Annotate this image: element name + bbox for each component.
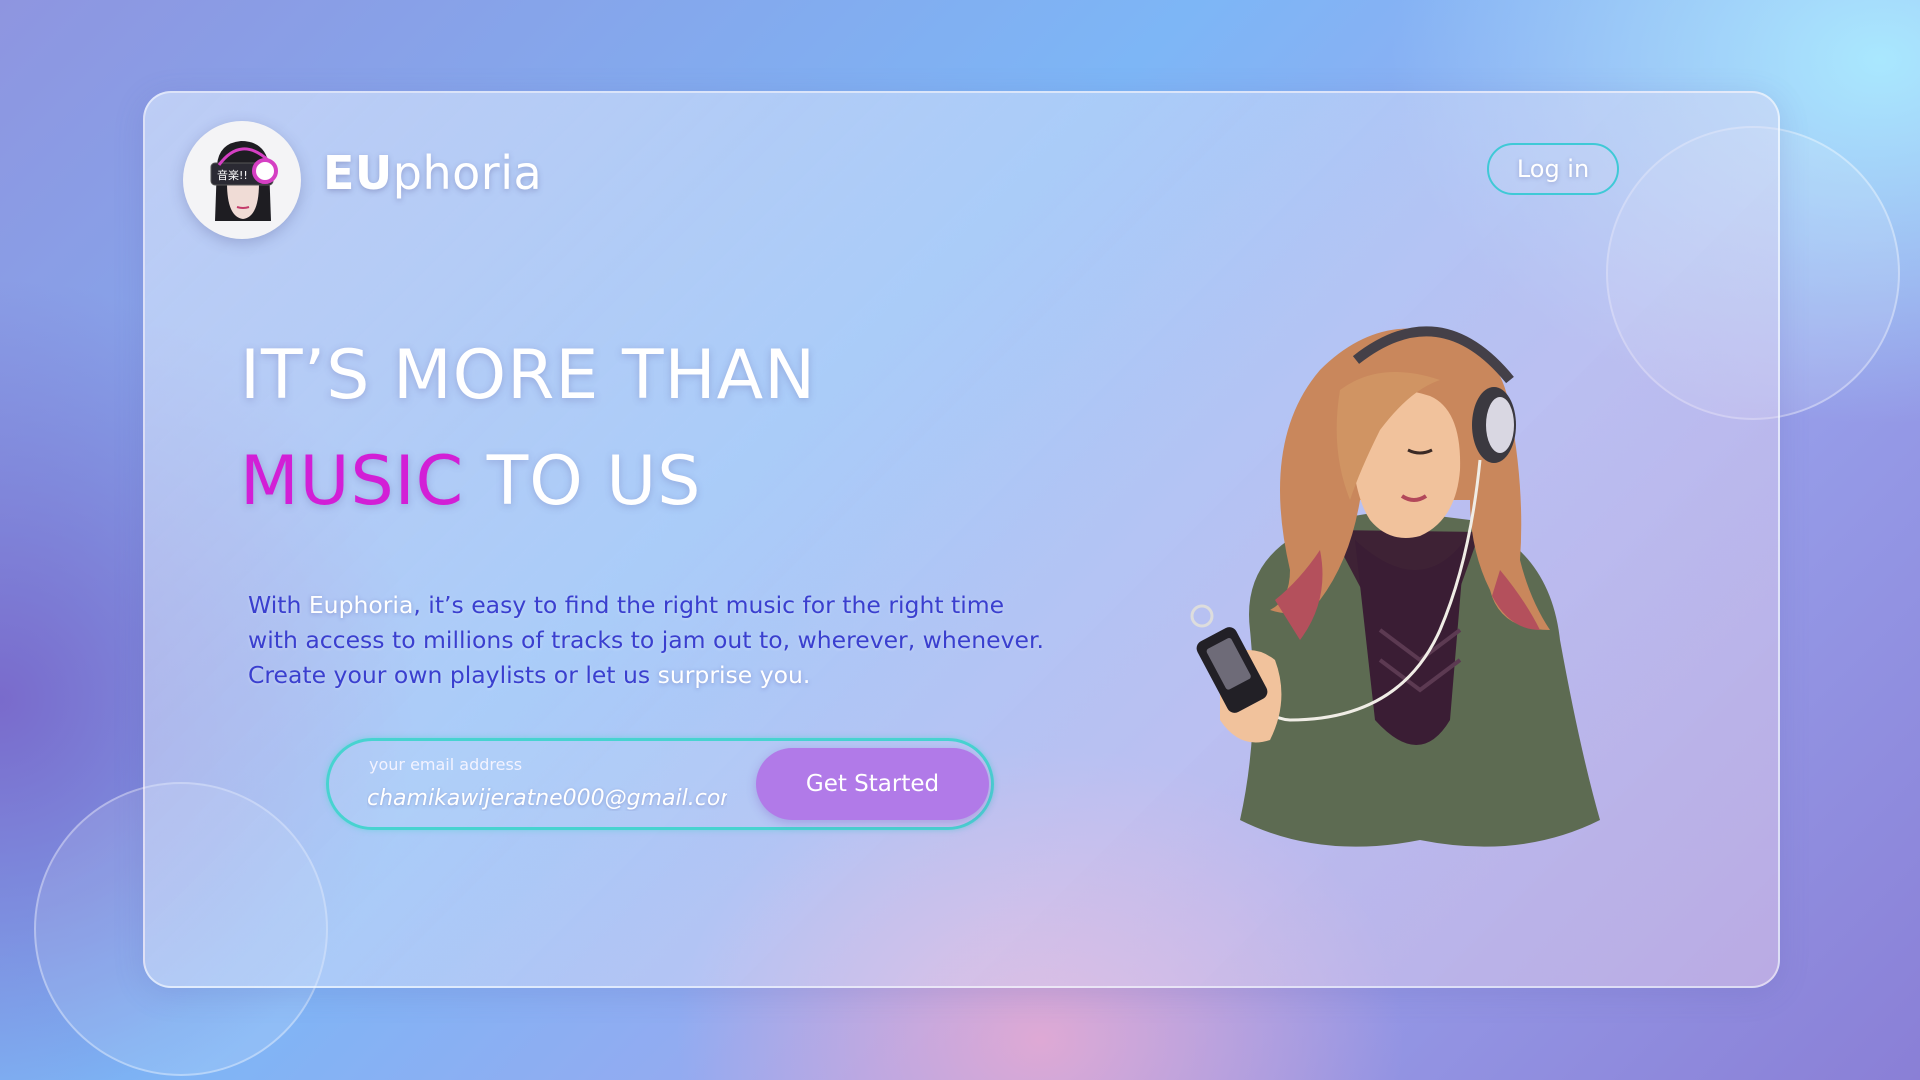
girl-with-headphones-illustration-icon xyxy=(1180,300,1640,860)
email-signup-form: your email address Get Started xyxy=(326,738,994,830)
desc-part-1: With xyxy=(248,591,309,619)
brand-name: EUphoria xyxy=(323,146,542,200)
headline-accent-word: MUSIC xyxy=(240,442,465,521)
brand-name-rest: phoria xyxy=(392,146,543,200)
desc-surprise: surprise you. xyxy=(657,661,811,689)
email-field[interactable] xyxy=(367,783,727,813)
get-started-button[interactable]: Get Started xyxy=(756,748,989,820)
login-button[interactable]: Log in xyxy=(1487,143,1619,195)
headline-line-2-rest: TO US xyxy=(464,442,702,521)
email-field-label: your email address xyxy=(369,755,523,774)
svg-text:音楽!!: 音楽!! xyxy=(217,168,248,182)
brand-name-bold: EU xyxy=(323,146,393,200)
headphone-girl-logo-icon[interactable]: 音楽!! xyxy=(183,121,301,239)
headline-line-1: IT’S MORE THAN xyxy=(240,336,817,415)
hero-description: With Euphoria, it’s easy to find the rig… xyxy=(248,588,1058,693)
headline-line-2: MUSIC TO US xyxy=(240,442,701,521)
desc-brand: Euphoria xyxy=(308,591,414,619)
